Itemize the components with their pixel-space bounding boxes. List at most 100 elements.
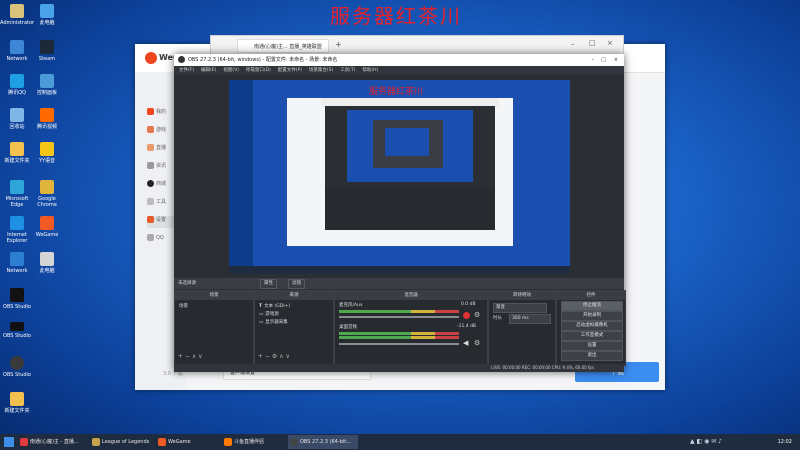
start-recording-button[interactable]: 开始录制 xyxy=(561,311,623,321)
desktop-icon-misc4[interactable]: 新建文件夹 xyxy=(0,392,34,414)
scene-item[interactable]: 场景 xyxy=(179,303,188,309)
taskbar: 南通(心魔)主 - 直播... League of Legends WeGame… xyxy=(0,434,800,450)
desktop-icon-misc2[interactable]: 此电脑 xyxy=(30,252,64,274)
desktop-icon-network[interactable]: Network xyxy=(0,40,34,62)
preview-browser xyxy=(321,98,499,106)
volume-slider[interactable] xyxy=(339,316,459,318)
audio-meter xyxy=(339,310,459,313)
obs-logo-icon xyxy=(178,56,185,63)
obs-statusbar: LIVE: 00:00:00 REC: 00:00:00 CPU: 9.4%, … xyxy=(174,364,624,372)
obs-source-toolbar: 未选择源 属性 滤镜 xyxy=(174,278,624,289)
taskbar-item[interactable]: 南通(心魔)主 - 直播... xyxy=(18,435,88,449)
sidebar-item-icon xyxy=(147,216,154,223)
volume-slider[interactable] xyxy=(339,343,459,345)
desktop-icon-wegame[interactable]: WeGame xyxy=(30,216,64,238)
obs-preview[interactable]: 服务器红茶川 xyxy=(229,80,570,274)
menu-scene-collection[interactable]: 场景集合(S) xyxy=(309,66,333,75)
desktop-icon-misc3[interactable]: OBS Studio xyxy=(0,288,34,310)
edge-icon xyxy=(10,180,24,194)
transitions-dock-title: 转场特效 xyxy=(489,291,555,300)
wegame-logo-icon xyxy=(145,52,157,64)
desktop-icon-steam[interactable]: Steam xyxy=(30,40,64,62)
desktop-icon-folder[interactable]: 新建文件夹 xyxy=(0,142,34,164)
start-icon[interactable] xyxy=(4,437,14,447)
maximize-icon[interactable]: □ xyxy=(589,39,596,47)
obs-title-text: OBS 27.2.3 (64-bit, windows) - 配置文件: 未命名… xyxy=(188,57,338,63)
computer-icon xyxy=(40,4,54,18)
scene-controls[interactable]: + − ∧ ∨ xyxy=(178,353,203,360)
desktop-icon-video[interactable]: 腾讯视频 xyxy=(30,108,64,130)
clock[interactable]: 12:02 xyxy=(778,434,792,450)
desktop-icon-control-panel[interactable]: 控制面板 xyxy=(30,74,64,96)
virtual-camera-button[interactable]: 启动虚拟摄像机 xyxy=(561,321,623,331)
tray-icons[interactable]: ▲ ◧ ◉ ✉ ♪ xyxy=(690,438,722,445)
speaker-icon[interactable]: ◀ xyxy=(463,339,468,347)
transition-select[interactable]: 渐变 xyxy=(493,303,547,313)
filters-button[interactable]: 滤镜 xyxy=(288,279,305,289)
stop-streaming-button[interactable]: 停止推流 xyxy=(561,301,623,311)
new-tab-button[interactable]: + xyxy=(335,40,342,49)
terminal-icon xyxy=(10,322,24,331)
app-icon xyxy=(40,252,54,266)
taskbar-item-active[interactable]: OBS 27.2.3 (64-bit... xyxy=(288,435,358,449)
desktop-icon-user[interactable]: Administrator xyxy=(0,4,34,26)
app-icon xyxy=(10,252,24,266)
taskbar-item[interactable]: 斗鱼直播伴侣 xyxy=(222,435,286,449)
close-icon[interactable]: × xyxy=(614,54,618,66)
desktop-icon-chrome[interactable]: Google Chrome xyxy=(30,180,64,208)
menu-profile[interactable]: 配置文件(P) xyxy=(278,66,302,75)
desktop-icon-edge[interactable]: Microsoft Edge xyxy=(0,180,34,208)
mixer-track-db: 0.0 dB xyxy=(461,302,476,307)
sources-dock-title: 来源 xyxy=(255,291,333,300)
sources-dock: 来源 T 文本 (GDI+) ▭ 游戏源 ▭ 显示器采集 + − ⚙ ∧ ∨ xyxy=(254,290,334,366)
desktop-icon-qq[interactable]: 腾讯QQ xyxy=(0,74,34,96)
scenes-dock-title: 场景 xyxy=(175,291,253,300)
obs-icon xyxy=(290,438,298,446)
desktop-icon-computer[interactable]: 此电脑 xyxy=(30,4,64,26)
settings-button[interactable]: 设置 xyxy=(561,341,623,351)
menu-file[interactable]: 文件(F) xyxy=(179,66,194,75)
mixer-track-name: 麦克风/Aux xyxy=(339,303,363,308)
source-controls[interactable]: + − ⚙ ∧ ∨ xyxy=(258,353,290,360)
menu-help[interactable]: 帮助(H) xyxy=(362,66,378,75)
menu-view[interactable]: 视图(V) xyxy=(223,66,239,75)
app-icon xyxy=(10,288,24,302)
source-item-game[interactable]: ▭ 游戏源 xyxy=(259,311,279,317)
properties-button[interactable]: 属性 xyxy=(260,279,277,289)
video-app-icon xyxy=(40,108,54,122)
browser-tab[interactable]: 南通(心魔)主... 直播_英雄联盟 xyxy=(237,39,329,53)
taskbar-item[interactable]: League of Legends xyxy=(90,435,154,449)
maximize-icon[interactable]: □ xyxy=(601,54,606,66)
desktop-icon-terminal[interactable]: OBS Studio xyxy=(0,322,34,339)
menu-docks[interactable]: 停靠窗口(D) xyxy=(246,66,271,75)
mute-icon[interactable] xyxy=(463,312,470,319)
minimize-icon[interactable]: – xyxy=(592,54,595,66)
preview-obs-docks xyxy=(325,188,495,230)
ie-icon xyxy=(10,216,24,230)
control-panel-icon xyxy=(40,74,54,88)
app-icon xyxy=(20,438,28,446)
menu-tools[interactable]: 工具(T) xyxy=(340,66,355,75)
exit-button[interactable]: 退出 xyxy=(561,351,623,361)
source-item-display[interactable]: ▭ 显示器采集 xyxy=(259,319,288,325)
source-item-text[interactable]: T 文本 (GDI+) xyxy=(259,303,290,309)
desktop-icon-obs[interactable]: OBS Studio xyxy=(0,356,34,378)
desktop-icon-misc1[interactable]: Network xyxy=(0,252,34,274)
gear-icon[interactable]: ⚙ xyxy=(474,311,480,319)
menu-edit[interactable]: 编辑(E) xyxy=(201,66,216,75)
obs-icon xyxy=(10,356,24,370)
desktop-icon-ie[interactable]: Internet Explorer xyxy=(0,216,34,244)
sidebar-item-icon xyxy=(147,126,154,133)
monitor-icon: ▭ xyxy=(259,320,264,325)
steam-icon xyxy=(40,40,54,54)
desktop-icon-recycle[interactable]: 回收站 xyxy=(0,108,34,130)
minimize-icon[interactable]: – xyxy=(571,40,575,48)
controls-dock-title: 控件 xyxy=(557,291,625,300)
close-icon[interactable]: × xyxy=(607,39,613,47)
desktop-icon-yy[interactable]: YY语音 xyxy=(30,142,64,164)
gear-icon[interactable]: ⚙ xyxy=(474,339,480,347)
studio-mode-button[interactable]: 工作室模式 xyxy=(561,331,623,341)
taskbar-item[interactable]: WeGame xyxy=(156,435,220,449)
duration-input[interactable]: 300 ms xyxy=(509,314,551,324)
wegame-icon xyxy=(40,216,54,230)
